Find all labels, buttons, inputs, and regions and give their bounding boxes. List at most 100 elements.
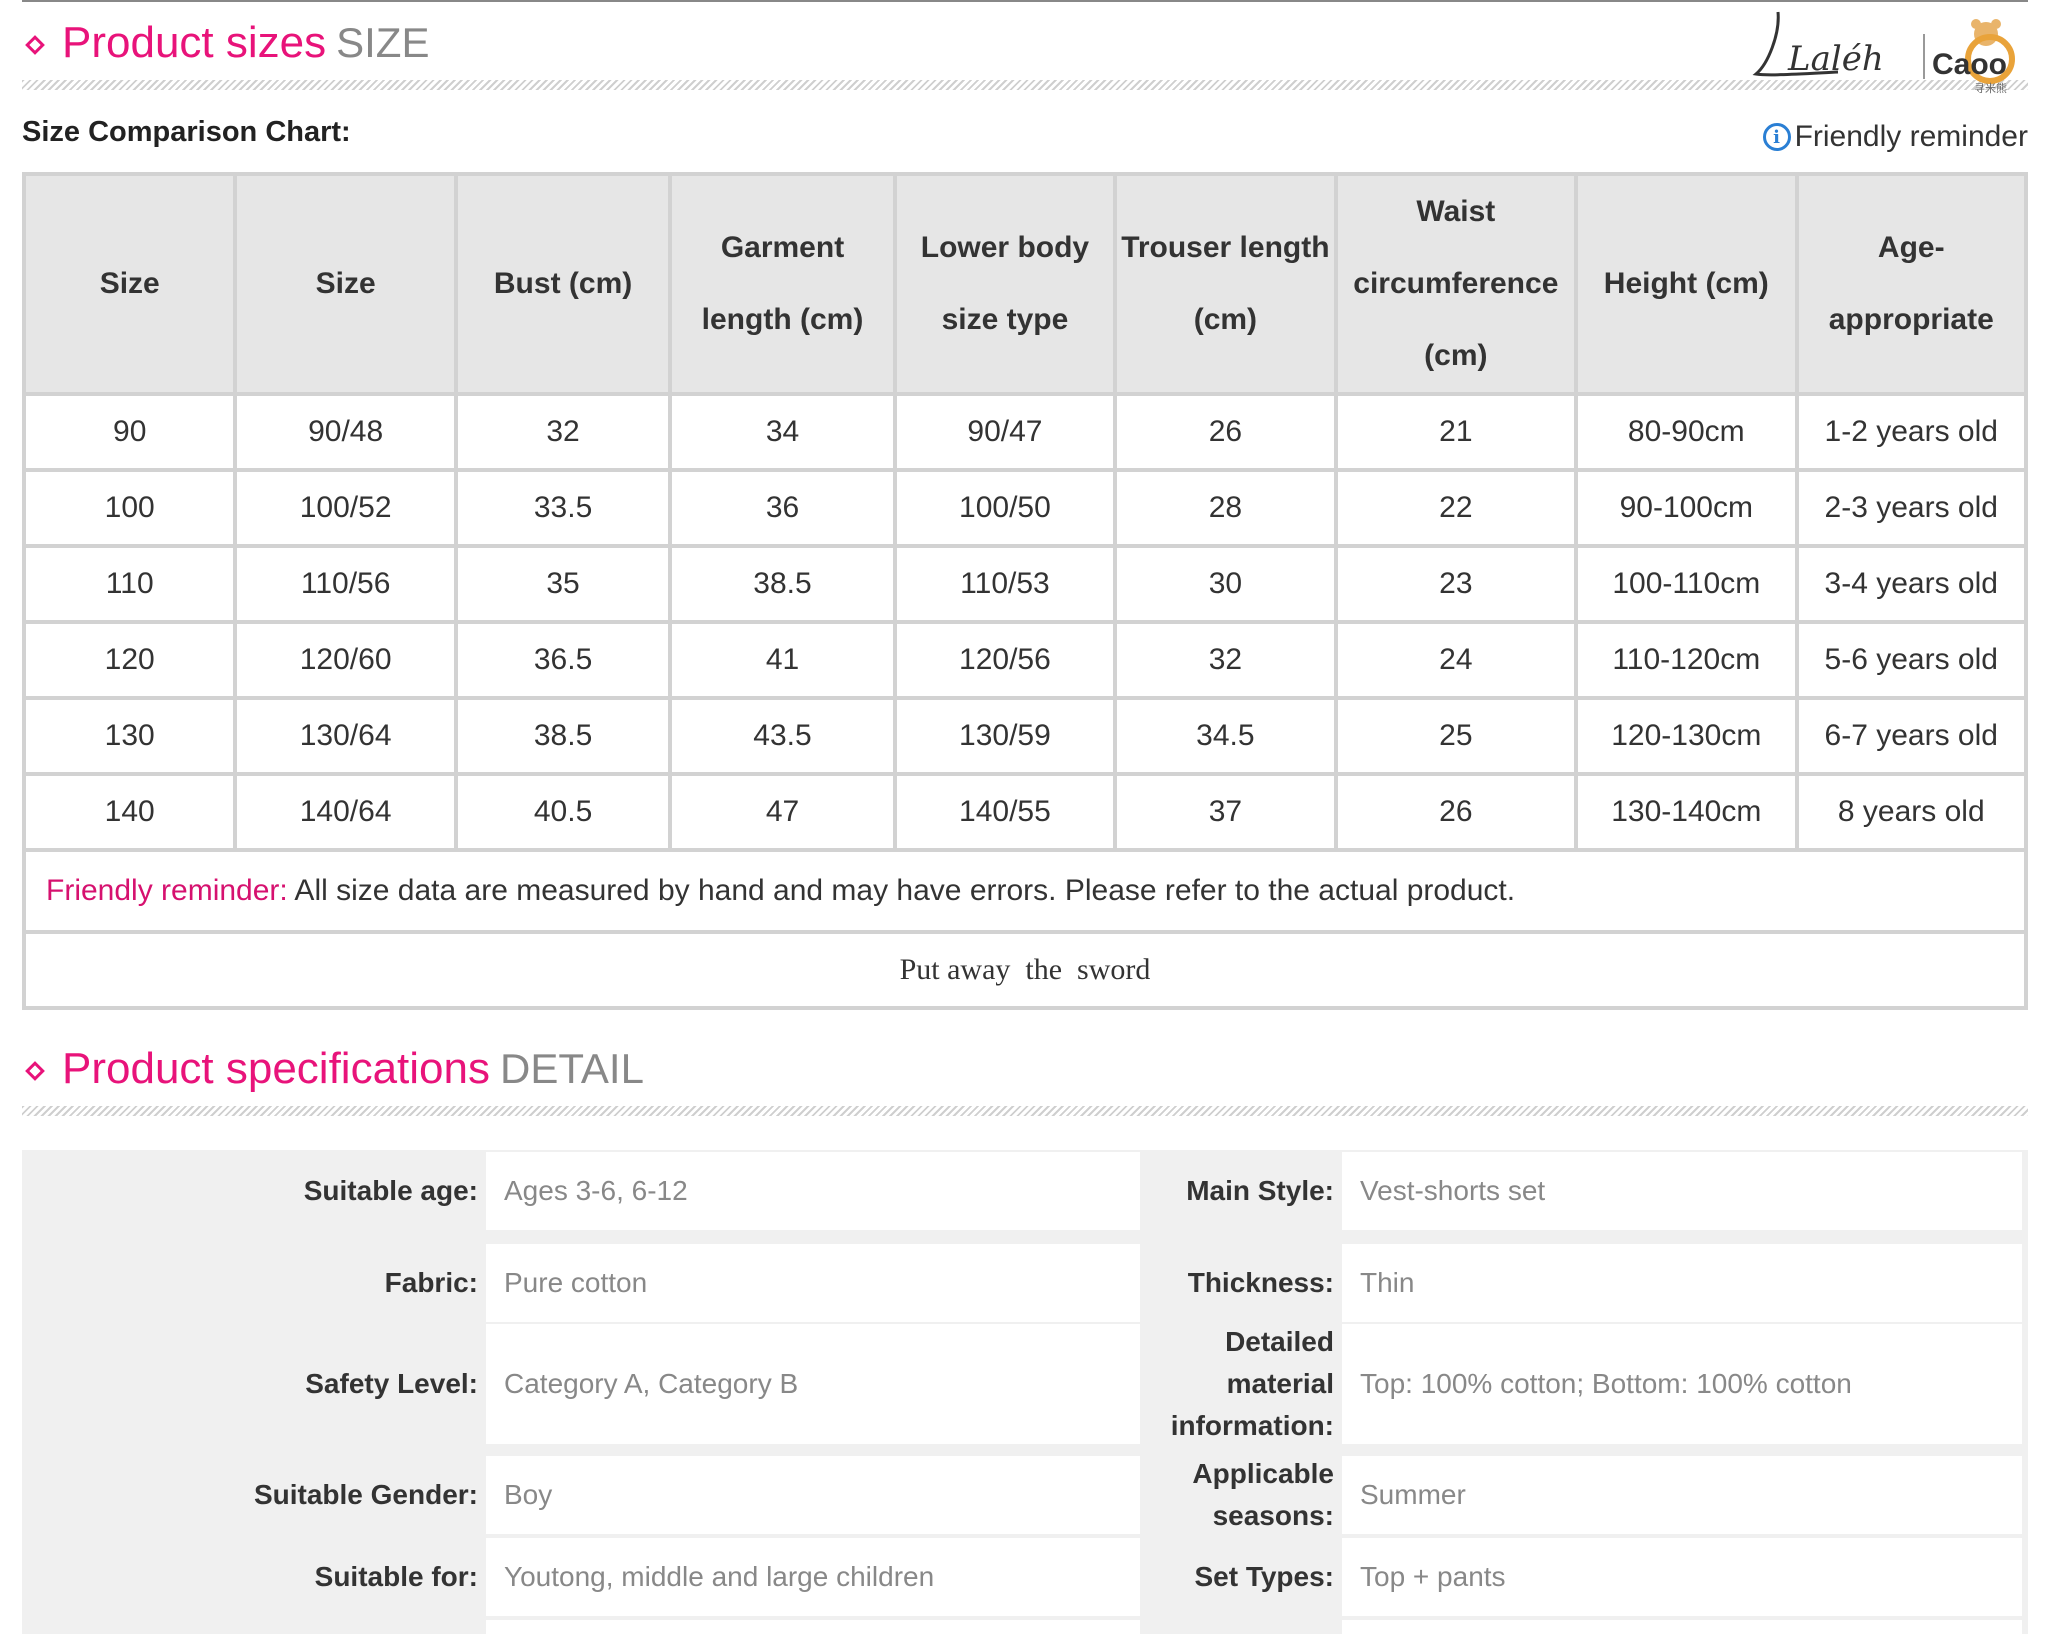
table-cell: 34.5 — [1117, 700, 1334, 772]
table-row: 120 120/60 36.5 41 120/56 32 24 110-120cm 5-6 ye… — [26, 624, 2024, 696]
spec-label: Detailed material information: — [1170, 1326, 1334, 1441]
table-cell: 23 — [1337, 548, 1575, 620]
table-cell: 26 — [1337, 776, 1575, 848]
table-cell: 6-7 years old — [1798, 700, 2024, 772]
diamond-bullet-icon — [25, 35, 45, 55]
table-cell: 2-3 years old — [1798, 472, 2024, 544]
spec-value: Category A, Category B — [486, 1324, 1140, 1444]
table-cell: 90/47 — [896, 396, 1114, 468]
brand-logo-text: Laléh — [1787, 39, 1884, 79]
spec-value: Top + pants — [1342, 1538, 2022, 1616]
table-cell: 130 — [26, 700, 234, 772]
diamond-bullet-icon — [25, 1061, 45, 1081]
table-cell: 130-140cm — [1578, 776, 1795, 848]
note-label: Friendly reminder: — [46, 874, 288, 907]
size-section-title-text: Product sizes — [62, 18, 327, 67]
top-divider — [22, 0, 2028, 2]
brand2-logo-text: Caoo — [1932, 48, 2007, 81]
size-table-footer-row: Put away the sword — [26, 934, 2024, 1006]
table-cell: 43.5 — [672, 700, 893, 772]
table-row: 110 110/56 35 38.5 110/53 30 23 100-110cm 3-4 ye… — [26, 548, 2024, 620]
friendly-reminder-link-text: Friendly reminder — [1794, 120, 2028, 153]
table-cell: 35 — [457, 548, 669, 620]
size-table-header: Size — [237, 176, 454, 392]
table-cell: 21 — [1337, 396, 1575, 468]
table-cell: 36 — [672, 472, 893, 544]
table-cell: 140/55 — [896, 776, 1114, 848]
size-table-header: Waist circumference (cm) — [1337, 176, 1575, 392]
spec-label: Suitable age: — [303, 1175, 478, 1206]
table-cell: 25 — [1337, 700, 1575, 772]
table-row: 130 130/64 38.5 43.5 130/59 34.5 25 120-130cm 6-… — [26, 700, 2024, 772]
size-table-header: Bust (cm) — [457, 176, 669, 392]
table-cell: 22 — [1337, 472, 1575, 544]
table-cell: 120/56 — [896, 624, 1114, 696]
spec-value: Vest-shorts set — [1342, 1152, 2022, 1230]
spec-section-title-en: DETAIL — [500, 1045, 644, 1092]
table-cell: 120/60 — [237, 624, 454, 696]
table-cell: 100-110cm — [1578, 548, 1795, 620]
table-cell: 30 — [1117, 548, 1334, 620]
size-table: Size Size Bust (cm) Garment length (cm) … — [22, 172, 2028, 1010]
size-table-note-row: Friendly reminder: All size data are mea… — [26, 852, 2024, 930]
size-section-title-en: SIZE — [336, 19, 430, 66]
table-cell: 41 — [672, 624, 893, 696]
table-cell: 120-130cm — [1578, 700, 1795, 772]
table-cell: 90/48 — [237, 396, 454, 468]
table-cell: 3-4 years old — [1798, 548, 2024, 620]
table-row: 140 140/64 40.5 47 140/55 37 26 130-140cm 8 year… — [26, 776, 2024, 848]
spec-value: Summer — [1342, 1456, 2022, 1534]
hatch-divider — [22, 1106, 2028, 1116]
spec-label: Applicable seasons: — [1192, 1458, 1334, 1531]
table-cell: 100/50 — [896, 472, 1114, 544]
table-cell: 36.5 — [457, 624, 669, 696]
spec-value: Thin — [1342, 1244, 2022, 1322]
table-cell: 80-90cm — [1578, 396, 1795, 468]
table-cell: 140/64 — [237, 776, 454, 848]
table-cell: 33.5 — [457, 472, 669, 544]
table-cell: 110/53 — [896, 548, 1114, 620]
size-table-header: Lower body size type — [896, 176, 1114, 392]
spec-value: Boy — [486, 1456, 1140, 1534]
note-text: All size data are measured by hand and m… — [287, 874, 1516, 907]
spec-value-empty — [1342, 1620, 2022, 1640]
spec-table: Suitable age: Ages 3-6, 6-12 Main Style: Ve… — [22, 1150, 2028, 1640]
table-cell: 8 years old — [1798, 776, 2024, 848]
table-cell: 24 — [1337, 624, 1575, 696]
table-cell: 47 — [672, 776, 893, 848]
spec-section-title-text: Product specifications — [62, 1044, 490, 1093]
size-table-header: Age-appropriate — [1798, 176, 2024, 392]
size-section-title: Product sizes SIZE — [62, 18, 429, 68]
table-cell: 110 — [26, 548, 234, 620]
spec-section-title: Product specifications DETAIL — [62, 1044, 644, 1094]
size-table-header: Garment length (cm) — [672, 176, 893, 392]
spec-label: Suitable Gender: — [253, 1479, 478, 1510]
spec-label: Set Types: — [1194, 1561, 1334, 1592]
table-cell: 130/64 — [237, 700, 454, 772]
table-cell: 120 — [26, 624, 234, 696]
spec-value: Top: 100% cotton; Bottom: 100% cotton — [1342, 1324, 2022, 1444]
info-icon: i — [1762, 123, 1791, 151]
table-cell: 110-120cm — [1578, 624, 1795, 696]
table-cell: 28 — [1117, 472, 1334, 544]
table-cell: 140 — [26, 776, 234, 848]
spec-label: Suitable for: — [314, 1561, 478, 1592]
brand-logo: Laléh Caoo 寻米熊 — [1738, 4, 2028, 95]
spec-label: Fabric: — [384, 1267, 478, 1298]
spec-label: Main Style: — [1186, 1175, 1334, 1206]
size-table-note: Friendly reminder: All size data are mea… — [26, 852, 2024, 930]
friendly-reminder-link[interactable]: i Friendly reminder — [1762, 120, 2028, 154]
table-cell: 37 — [1117, 776, 1334, 848]
size-table-footer: Put away the sword — [26, 934, 2024, 1006]
table-cell: 40.5 — [457, 776, 669, 848]
size-table-header: Size — [26, 176, 234, 392]
table-cell: 130/59 — [896, 700, 1114, 772]
size-section-header: Product sizes SIZE — [22, 4, 2028, 90]
table-cell: 5-6 years old — [1798, 624, 2024, 696]
table-cell: 100 — [26, 472, 234, 544]
spec-value-empty — [486, 1620, 1140, 1640]
spec-value: Ages 3-6, 6-12 — [486, 1152, 1140, 1230]
table-cell: 34 — [672, 396, 893, 468]
table-cell: 110/56 — [237, 548, 454, 620]
table-cell: 90 — [26, 396, 234, 468]
